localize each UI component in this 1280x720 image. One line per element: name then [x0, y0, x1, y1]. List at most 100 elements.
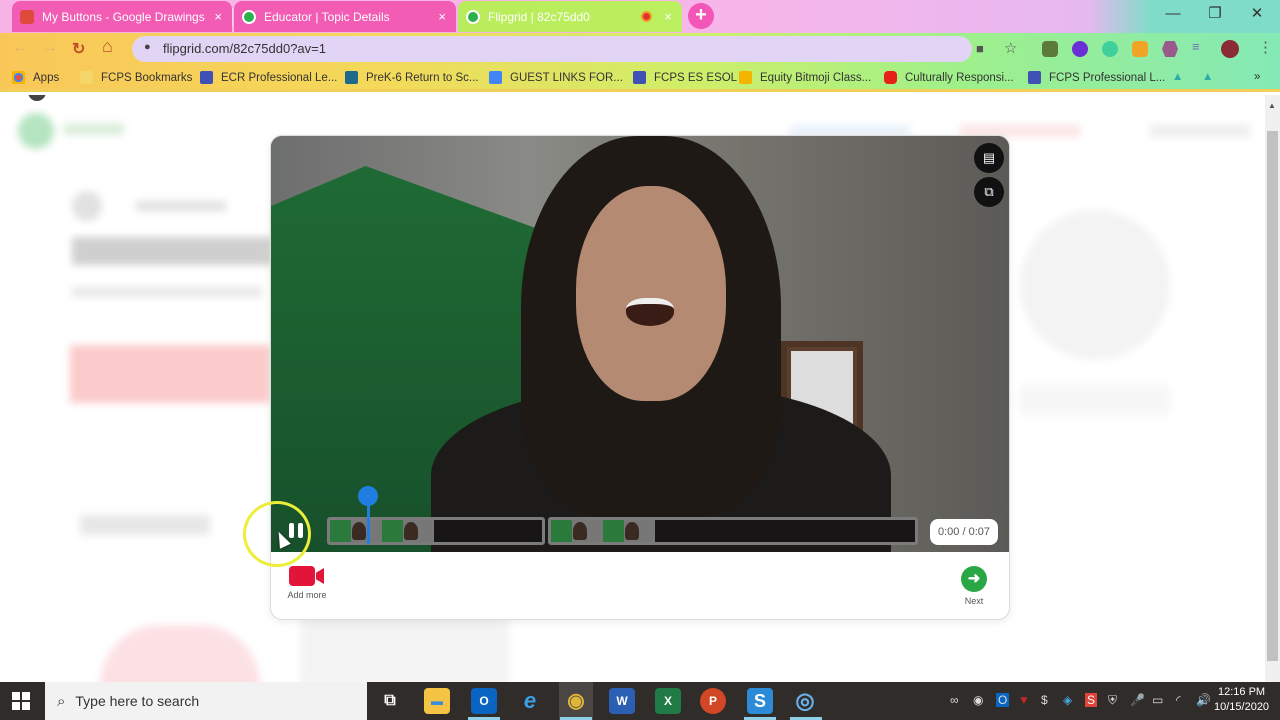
close-window-button[interactable]: ✕: [1236, 0, 1278, 30]
bookmark-fcps-es-esol[interactable]: FCPS ES ESOL: [633, 71, 737, 84]
extensions-puzzle-icon[interactable]: [1162, 41, 1178, 57]
tab-educator-topic-details[interactable]: Educator | Topic Details ×: [234, 1, 456, 32]
browser-toolbar: ← → ↻ ⌂ ● flipgrid.com/82c75dd0?av=1 ■ ☆…: [0, 33, 1280, 65]
tray-volume-icon[interactable]: 🔊: [1196, 693, 1211, 707]
extension-icon-4[interactable]: [1132, 41, 1148, 57]
tray-outlook-icon[interactable]: O: [996, 693, 1010, 707]
playhead-handle[interactable]: [358, 486, 378, 506]
file-explorer-icon[interactable]: ▬: [424, 688, 450, 714]
reload-button[interactable]: ↻: [72, 39, 85, 59]
internet-explorer-icon[interactable]: e: [517, 688, 543, 714]
extension-icon-2[interactable]: [1072, 41, 1088, 57]
bookmark-guest-links[interactable]: GUEST LINKS FOR...: [489, 71, 623, 84]
camera-in-use-icon[interactable]: ■: [976, 41, 984, 56]
scroll-up-arrow-icon[interactable]: ▲: [1268, 101, 1276, 110]
flipgrid-icon: [242, 9, 256, 24]
clip-1[interactable]: [327, 517, 545, 545]
tab-title: Educator | Topic Details: [264, 9, 390, 24]
tray-record-icon[interactable]: ◉: [973, 693, 983, 707]
bookmark-label: Apps: [33, 71, 60, 84]
next-button[interactable]: ➜ Next: [957, 566, 991, 606]
bookmark-icon-only-2[interactable]: ▲: [1202, 71, 1213, 83]
restore-button[interactable]: ❐: [1194, 0, 1236, 30]
bookmark-culturally-responsive[interactable]: Culturally Responsi...: [884, 71, 1014, 84]
scrollbar-thumb[interactable]: [1267, 131, 1278, 661]
clip-thumbnail: [382, 520, 434, 542]
google-drawings-icon: [20, 9, 34, 24]
home-button[interactable]: ⌂: [102, 36, 113, 57]
new-tab-button[interactable]: +: [688, 3, 714, 29]
powerpoint-icon[interactable]: P: [700, 688, 726, 714]
address-bar[interactable]: ● flipgrid.com/82c75dd0?av=1: [132, 36, 972, 62]
task-view-icon[interactable]: ⧉: [377, 688, 403, 714]
bookmarks-overflow-button[interactable]: »: [1254, 71, 1260, 83]
extension-icon-1[interactable]: [1042, 41, 1058, 57]
next-label: Next: [964, 596, 984, 606]
notes-icon[interactable]: ▤: [974, 143, 1004, 173]
excel-icon[interactable]: X: [655, 688, 681, 714]
taskbar-search-box[interactable]: ⌕ Type here to search: [45, 682, 367, 720]
tray-microphone-icon[interactable]: 🎤: [1130, 693, 1145, 707]
system-clock[interactable]: 12:16 PM 10/15/2020: [1214, 685, 1269, 715]
bookmark-star-icon[interactable]: ☆: [1004, 39, 1017, 57]
close-tab-icon[interactable]: ×: [664, 9, 672, 24]
windows-taskbar: ⌕ Type here to search ⧉ ▬ O e ◉ W X P S …: [0, 682, 1280, 720]
page-scrollbar[interactable]: ▲: [1265, 95, 1280, 682]
flipgrid-recorder-modal: ▤ ⧉ 0:00 / 0:07 Add more ➜ Next: [270, 135, 1010, 620]
tab-title: My Buttons - Google Drawings: [42, 9, 205, 24]
forms-icon: [633, 71, 646, 84]
tray-app-icon[interactable]: ◈: [1063, 693, 1072, 707]
bookmark-label: PreK-6 Return to Sc...: [366, 71, 479, 84]
bookmark-label: FCPS Professional L...: [1049, 71, 1166, 84]
youtube-icon: [884, 71, 897, 84]
lock-icon: ●: [144, 41, 151, 53]
screen-recorder-icon[interactable]: ◎: [792, 688, 818, 714]
close-tab-icon[interactable]: ×: [438, 9, 446, 24]
back-button[interactable]: ←: [12, 39, 28, 57]
url-text[interactable]: flipgrid.com/82c75dd0?av=1: [163, 41, 326, 56]
tray-dollar-icon[interactable]: $: [1041, 693, 1048, 707]
snagit-icon[interactable]: S: [747, 688, 773, 714]
screen: My Buttons - Google Drawings × Educator …: [0, 0, 1280, 720]
tab-divider: [232, 8, 233, 26]
tray-battery-icon[interactable]: ▭: [1152, 693, 1163, 707]
site-icon: [345, 71, 358, 84]
docs-icon: [489, 71, 502, 84]
tab-google-drawings[interactable]: My Buttons - Google Drawings ×: [12, 1, 232, 32]
close-tab-icon[interactable]: ×: [214, 9, 222, 24]
chrome-menu-icon[interactable]: ⋮: [1258, 38, 1273, 56]
bookmark-fcps-professional[interactable]: FCPS Professional L...: [1028, 71, 1165, 84]
minimize-button[interactable]: —: [1152, 0, 1194, 30]
bookmark-label: Culturally Responsi...: [905, 71, 1014, 84]
chrome-icon[interactable]: ◉: [559, 682, 593, 720]
slides-icon: [739, 71, 752, 84]
add-more-button[interactable]: Add more: [285, 566, 329, 600]
extension-icon-3[interactable]: [1102, 41, 1118, 57]
tab-flipgrid-active[interactable]: Flipgrid | 82c75dd0 ×: [458, 1, 682, 32]
bookmark-prek6-return[interactable]: PreK-6 Return to Sc...: [345, 71, 479, 84]
video-preview: ▤ ⧉ 0:00 / 0:07: [271, 136, 1009, 552]
presenter-mouth: [626, 298, 674, 326]
arrow-right-icon: ➜: [961, 566, 987, 592]
tray-wifi-icon[interactable]: ◜: [1176, 693, 1181, 707]
outlook-icon[interactable]: O: [471, 688, 497, 714]
tray-snagit-icon[interactable]: S: [1085, 693, 1098, 707]
word-icon[interactable]: W: [609, 688, 635, 714]
recording-indicator-icon: [641, 11, 652, 22]
tray-mcafee-icon[interactable]: ▼: [1018, 693, 1030, 707]
profile-avatar[interactable]: [1221, 40, 1239, 58]
bookmark-label: FCPS Bookmarks: [101, 71, 193, 84]
bookmark-apps[interactable]: Apps: [12, 71, 59, 84]
forward-button[interactable]: →: [42, 39, 58, 57]
tray-security-shield-icon[interactable]: ⛨: [1108, 693, 1117, 708]
clip-2[interactable]: [548, 517, 918, 545]
bookmark-ecr-professional[interactable]: ECR Professional Le...: [200, 71, 337, 84]
bookmark-icon-only-1[interactable]: ▲: [1172, 71, 1183, 83]
bookmark-fcps-bookmarks[interactable]: FCPS Bookmarks: [80, 71, 192, 84]
windows-start-button[interactable]: [12, 692, 30, 710]
video-camera-icon: [289, 566, 325, 586]
bookmark-equity-bitmoji[interactable]: Equity Bitmoji Class...: [739, 71, 871, 84]
tray-creative-cloud-icon[interactable]: ∞: [950, 693, 959, 707]
media-controls-icon[interactable]: ≡: [1192, 39, 1208, 55]
mirror-video-icon[interactable]: ⧉: [974, 177, 1004, 207]
